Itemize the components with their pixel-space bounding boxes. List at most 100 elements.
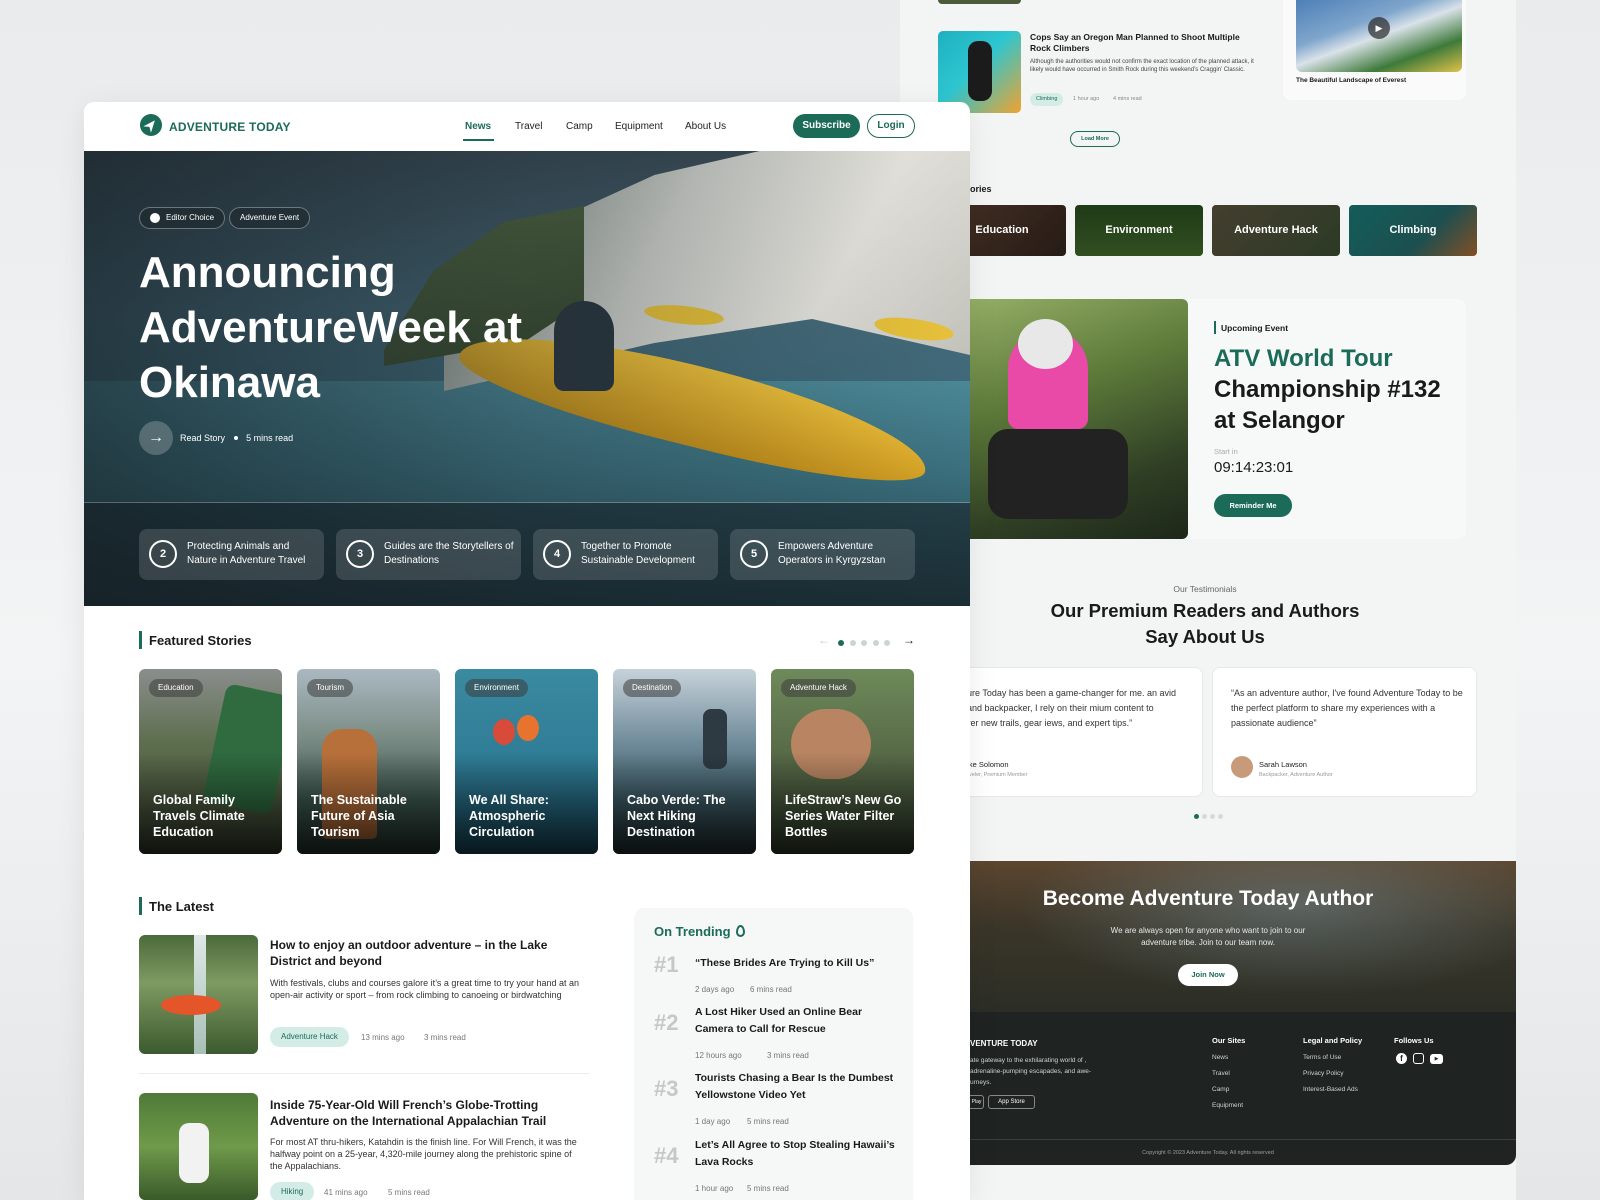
- cta-text: We are always open for anyone who want t…: [1110, 926, 1306, 947]
- testimonial-dot[interactable]: [1202, 814, 1207, 819]
- trend-title[interactable]: “These Brides Are Trying to Kill Us”: [695, 955, 900, 972]
- section-bar: [139, 631, 142, 649]
- join-now-button[interactable]: Join Now: [1178, 964, 1238, 986]
- featured-card[interactable]: Education Global Family Travels Climate …: [139, 669, 282, 854]
- login-button[interactable]: Login: [867, 114, 915, 138]
- cta-title: Become Adventure Today Author: [1042, 887, 1374, 910]
- category-label: Environment: [1075, 205, 1203, 256]
- hero-story-card[interactable]: 5 Empowers Adventure Operators in Kyrgyz…: [730, 529, 915, 580]
- footer-link[interactable]: Travel: [1212, 1070, 1230, 1077]
- hero-story-card[interactable]: 4 Together to Promote Sustainable Develo…: [533, 529, 718, 580]
- footer-link[interactable]: Camp: [1212, 1086, 1229, 1093]
- arrow-left-icon[interactable]: ←: [818, 633, 830, 647]
- featured-card[interactable]: Destination Cabo Verde: The Next Hiking …: [613, 669, 756, 854]
- hero-story-card[interactable]: 3 Guides are the Storytellers of Destina…: [336, 529, 521, 580]
- story-number: 4: [543, 540, 571, 568]
- load-more-button[interactable]: Load More: [1070, 131, 1120, 147]
- featured-card[interactable]: Adventure Hack LifeStraw’s New Go Series…: [771, 669, 914, 854]
- nav-travel[interactable]: Travel: [515, 121, 542, 132]
- categories-heading: ories: [970, 184, 992, 194]
- reminder-button[interactable]: Reminder Me: [1214, 494, 1292, 517]
- arrow-right-icon[interactable]: →: [139, 421, 173, 455]
- section-bar: [139, 897, 142, 915]
- trend-title[interactable]: A Lost Hiker Used an Online Bear Camera …: [695, 1004, 900, 1038]
- nav-news[interactable]: News: [465, 121, 491, 132]
- event-title: Championship #132 at Selangor: [1214, 376, 1441, 434]
- trend-time: 12 hours ago: [695, 1051, 742, 1060]
- category-environment[interactable]: Environment: [1075, 205, 1203, 256]
- story-number: 5: [740, 540, 768, 568]
- subscribe-button[interactable]: Subscribe: [793, 114, 860, 138]
- news-tag[interactable]: Climbing: [1030, 93, 1064, 106]
- facebook-icon[interactable]: f: [1396, 1053, 1407, 1064]
- compass-logo-icon[interactable]: [140, 114, 162, 136]
- article-time: 41 mins ago: [324, 1188, 368, 1197]
- flame-icon: [736, 925, 746, 937]
- category-climbing[interactable]: Climbing: [1349, 205, 1477, 256]
- video-caption: The Beautiful Landscape of Everest: [1296, 77, 1407, 84]
- story-title: Together to Promote Sustainable Developm…: [581, 541, 695, 566]
- video-card[interactable]: ▶ The Beautiful Landscape of Everest: [1283, 0, 1466, 100]
- hero-title[interactable]: Announcing AdventureWeek at Okinawa: [139, 245, 539, 410]
- article-tag[interactable]: Hiking: [270, 1182, 315, 1200]
- nav-about-us[interactable]: About Us: [685, 121, 726, 132]
- carousel-dot-active[interactable]: [838, 640, 844, 646]
- footer-link[interactable]: Equipment: [1212, 1102, 1243, 1109]
- card-category: Education: [149, 679, 203, 697]
- article-title[interactable]: How to enjoy an outdoor adventure – in t…: [270, 937, 590, 969]
- brand-name[interactable]: ADVENTURE TODAY: [169, 120, 291, 134]
- featured-card[interactable]: Tourism The Sustainable Future of Asia T…: [297, 669, 440, 854]
- nav-camp[interactable]: Camp: [566, 121, 593, 132]
- footer-link[interactable]: Privacy Policy: [1303, 1070, 1343, 1077]
- trend-time: 2 days ago: [695, 985, 735, 994]
- google-play-button[interactable]: Play: [970, 1095, 984, 1109]
- play-icon[interactable]: ▶: [1368, 17, 1390, 39]
- trend-title[interactable]: Let’s All Agree to Stop Stealing Hawaii’…: [695, 1137, 900, 1171]
- article-tag[interactable]: Adventure Hack: [270, 1027, 349, 1047]
- article-excerpt: With festivals, clubs and courses galore…: [270, 978, 579, 1000]
- app-store-button[interactable]: App Store: [988, 1095, 1035, 1109]
- trend-time: 1 hour ago: [695, 1184, 734, 1193]
- footer-divider: [970, 1139, 1516, 1140]
- youtube-icon[interactable]: ▶: [1430, 1054, 1443, 1064]
- instagram-icon[interactable]: [1413, 1053, 1424, 1064]
- footer-brand: VENTURE TODAY: [970, 1039, 1038, 1048]
- testimonial-dot[interactable]: [1218, 814, 1223, 819]
- news-read: 4 mins read: [1113, 96, 1142, 102]
- testimonials-label: Our Testimonials: [1173, 584, 1237, 594]
- news-thumb[interactable]: [938, 31, 1021, 113]
- testimonial-dot[interactable]: [1210, 814, 1215, 819]
- arrow-right-icon[interactable]: →: [903, 633, 915, 647]
- footer-link[interactable]: Interest-Based Ads: [1303, 1086, 1358, 1093]
- top-nav: ADVENTURE TODAY News Travel Camp Equipme…: [84, 102, 970, 151]
- card-title: Cabo Verde: The Next Hiking Destination: [627, 793, 726, 839]
- hero-story-card[interactable]: 2 Protecting Animals and Nature in Adven…: [139, 529, 324, 580]
- story-number: 3: [346, 540, 374, 568]
- footer-link[interactable]: Terms of Use: [1303, 1054, 1341, 1061]
- read-time: 5 mins read: [246, 433, 294, 443]
- carousel-dot[interactable]: [850, 640, 856, 646]
- carousel-dot[interactable]: [884, 640, 890, 646]
- footer-link[interactable]: News: [1212, 1054, 1228, 1061]
- read-story-link[interactable]: Read Story 5 mins read: [180, 433, 293, 443]
- event-image: [938, 299, 1188, 539]
- testimonial-dot-active[interactable]: [1194, 814, 1199, 819]
- card-category: Environment: [465, 679, 528, 697]
- featured-card[interactable]: Environment We All Share: Atmospheric Ci…: [455, 669, 598, 854]
- tag-editor-choice[interactable]: Editor Choice: [139, 207, 226, 229]
- event-countdown: 09:14:23:01: [1214, 459, 1294, 476]
- trend-read: 6 mins read: [750, 985, 792, 994]
- tag-adventure-event[interactable]: Adventure Event: [229, 207, 311, 229]
- article-read: 3 mins read: [424, 1033, 466, 1042]
- article-thumb[interactable]: [139, 1093, 258, 1200]
- video-thumb[interactable]: ▶: [1296, 0, 1462, 72]
- nav-equipment[interactable]: Equipment: [615, 121, 663, 132]
- carousel-dot[interactable]: [861, 640, 867, 646]
- news-title[interactable]: Cops Say an Oregon Man Planned to Shoot …: [1030, 32, 1255, 54]
- article-title[interactable]: Inside 75-Year-Old Will French’s Globe-T…: [270, 1097, 590, 1129]
- carousel-dot[interactable]: [873, 640, 879, 646]
- trend-title[interactable]: Tourists Chasing a Bear Is the Dumbest Y…: [695, 1070, 900, 1104]
- news-excerpt: Although the authorities would not confi…: [1030, 59, 1254, 73]
- article-thumb[interactable]: [139, 935, 258, 1054]
- category-adventure-hack[interactable]: Adventure Hack: [1212, 205, 1340, 256]
